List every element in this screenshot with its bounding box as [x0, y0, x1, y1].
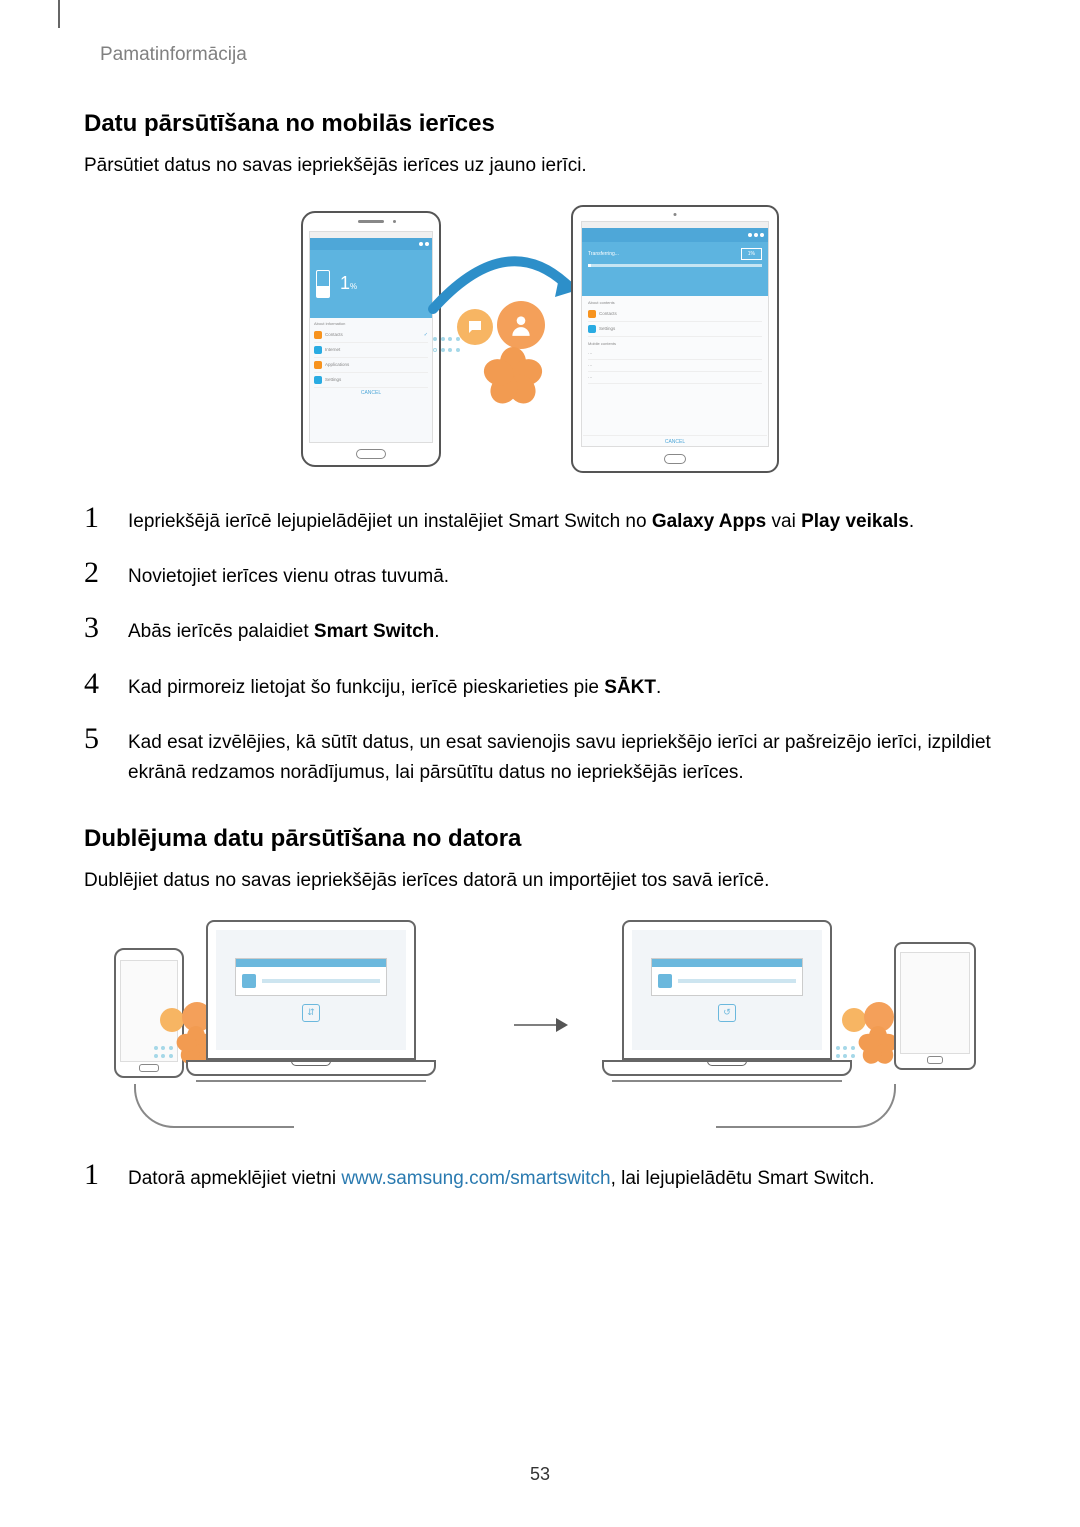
app-icon	[658, 974, 672, 988]
list-item: Contacts	[588, 307, 762, 322]
restore-icon: ↺	[718, 1004, 736, 1022]
usb-cable	[716, 1084, 896, 1128]
page-number: 53	[530, 1464, 550, 1485]
section2-intro: Dublējiet datus no savas iepriekšējās ie…	[84, 867, 996, 896]
list-item: Settings	[314, 373, 428, 388]
step-5: 5 Kad esat izvēlējies, kā sūtīt datus, u…	[84, 724, 996, 787]
tablet-frame: Transferring... 1% About contents Contac…	[571, 205, 779, 473]
phone-cancel-button: CANCEL	[314, 388, 428, 398]
flower-icon	[481, 345, 545, 409]
tablet-list-label: About contents	[588, 300, 762, 305]
tablet-percent: 1%	[741, 248, 762, 260]
scene-backup: ⇵	[114, 920, 494, 1130]
list-item: ···	[588, 372, 762, 384]
list-item: ···	[588, 360, 762, 372]
illustration-computer-transfer: ⇵	[84, 920, 996, 1130]
phone-percent-unit: %	[350, 282, 357, 291]
scene-restore: ↺	[586, 920, 966, 1130]
step-2: 2 Novietojiet ierīces vienu otras tuvumā…	[84, 558, 996, 591]
list-item: ···	[588, 348, 762, 360]
tablet-transferring-label: Transferring...	[588, 251, 619, 257]
step-1: 1 Iepriekšējā ierīcē lejupielādējiet un …	[84, 503, 996, 536]
section1-heading: Datu pārsūtīšana no mobilās ierīces	[84, 110, 996, 138]
contact-icon	[497, 301, 545, 349]
phone-frame: 1 % About information Contacts✓ Internet…	[301, 211, 441, 467]
phone-list-label: About information	[314, 321, 428, 326]
section2-step-1: 1 Datorā apmeklējiet vietni www.samsung.…	[84, 1160, 996, 1193]
arrow-right-icon	[512, 1014, 568, 1036]
section1-intro: Pārsūtiet datus no savas iepriekšējās ie…	[84, 152, 996, 181]
import-icon: ⇵	[302, 1004, 320, 1022]
breadcrumb: Pamatinformācija	[100, 44, 247, 66]
illustration-mobile-transfer: 1 % About information Contacts✓ Internet…	[84, 205, 996, 473]
list-item: Applications	[314, 358, 428, 373]
step-4: 4 Kad pirmoreiz lietojat šo funkciju, ie…	[84, 669, 996, 702]
laptop: ↺	[602, 920, 852, 1082]
usb-cable	[134, 1084, 294, 1128]
step-3: 3 Abās ierīcēs palaidiet Smart Switch.	[84, 613, 996, 646]
tablet-small	[894, 942, 976, 1070]
list-item: Internet	[314, 343, 428, 358]
phone-percent: 1	[340, 273, 350, 294]
section2-steps: 1 Datorā apmeklējiet vietni www.samsung.…	[84, 1160, 996, 1193]
tablet-cancel-button: CANCEL	[583, 435, 767, 445]
list-item: Settings	[588, 322, 762, 337]
smartswitch-link[interactable]: www.samsung.com/smartswitch	[341, 1168, 610, 1189]
tablet-mobile-label: Mobile contents	[588, 341, 762, 346]
chat-bubble-icon	[457, 309, 493, 345]
laptop: ⇵	[186, 920, 436, 1082]
list-item: Contacts✓	[314, 328, 428, 343]
section1-steps: 1 Iepriekšējā ierīcē lejupielādējiet un …	[84, 503, 996, 788]
page-content: Datu pārsūtīšana no mobilās ierīces Pārs…	[84, 110, 996, 1215]
app-icon	[242, 974, 256, 988]
transfer-icons	[441, 249, 571, 429]
section2-heading: Dublējuma datu pārsūtīšana no datora	[84, 825, 996, 853]
